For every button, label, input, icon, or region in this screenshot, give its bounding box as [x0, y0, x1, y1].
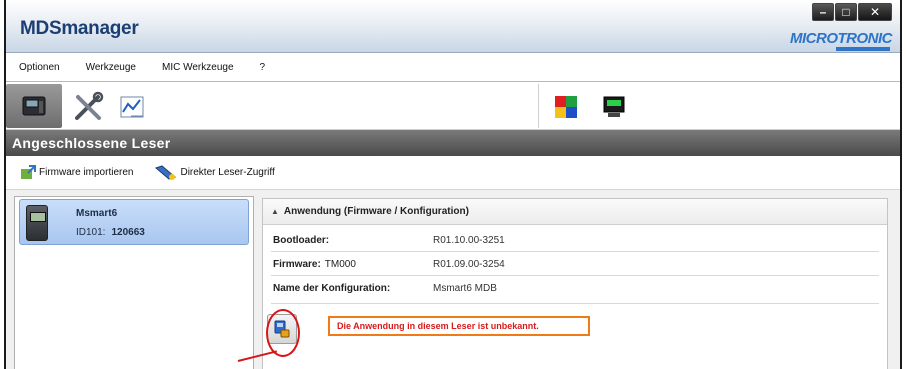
- row-divider: [271, 251, 879, 252]
- direct-reader-access-label: Direkter Leser-Zugriff: [180, 167, 275, 178]
- chart-icon: [120, 96, 144, 118]
- row-divider: [271, 275, 879, 276]
- app-title: MDSmanager: [20, 18, 139, 39]
- reader-device-icon: [26, 205, 48, 241]
- application-panel-title: Anwendung (Firmware / Konfiguration): [283, 206, 469, 217]
- reader-device-icon: [22, 96, 46, 116]
- application-panel-header[interactable]: ▲ Anwendung (Firmware / Konfiguration): [263, 199, 887, 225]
- menu-item-optionen[interactable]: Optionen: [19, 62, 60, 73]
- modules-icon: [555, 96, 577, 118]
- firmware-type: TM000: [324, 259, 356, 270]
- brand-logo: MICROTRONIC: [790, 30, 893, 47]
- import-firmware-button[interactable]: Firmware importieren: [20, 164, 134, 181]
- firmware-key: Firmware:: [273, 259, 321, 270]
- reader-id: ID101: 120663: [76, 227, 145, 238]
- reader-device-button[interactable]: [6, 84, 62, 128]
- configuration-label: Name der Konfiguration:: [273, 283, 391, 294]
- reader-item[interactable]: Msmart6 ID101: 120663: [19, 199, 249, 245]
- menu-item-werkzeuge[interactable]: Werkzeuge: [86, 62, 136, 73]
- modules-button[interactable]: [546, 88, 586, 126]
- minimize-button[interactable]: –: [812, 3, 834, 21]
- unknown-application-message: Die Anwendung in diesem Leser ist unbeka…: [328, 316, 590, 336]
- reader-id-value: 120663: [111, 227, 145, 238]
- section-header: Angeschlossene Leser: [6, 130, 900, 156]
- tools-button[interactable]: [68, 88, 108, 126]
- section-title: Angeschlossene Leser: [12, 135, 171, 151]
- configuration-value: Msmart6 MDB: [433, 283, 497, 294]
- row-divider: [271, 303, 879, 304]
- maximize-button[interactable]: □: [835, 3, 857, 21]
- close-button[interactable]: ✕: [858, 3, 892, 21]
- direct-access-icon: [155, 164, 177, 180]
- bootloader-value: R01.10.00-3251: [433, 235, 505, 246]
- import-firmware-label: Firmware importieren: [39, 167, 134, 178]
- reader-terminal-button[interactable]: [594, 88, 634, 126]
- reader-list: Msmart6 ID101: 120663: [14, 196, 254, 369]
- toolbar: [6, 82, 900, 130]
- brand-underline: [836, 47, 890, 51]
- firmware-label: Firmware: TM000: [273, 259, 433, 270]
- toolbar-divider: [538, 84, 539, 128]
- firmware-value: R01.09.00-3254: [433, 259, 505, 270]
- action-bar: Firmware importieren Direkter Leser-Zugr…: [6, 156, 900, 190]
- direct-reader-access-button[interactable]: Direkter Leser-Zugriff: [155, 164, 275, 181]
- application-panel: ▲ Anwendung (Firmware / Konfiguration) B…: [262, 198, 888, 369]
- reader-id-label: ID101:: [76, 227, 106, 238]
- bootloader-label: Bootloader:: [273, 235, 330, 246]
- menu-item-help[interactable]: ?: [260, 62, 266, 73]
- reader-terminal-icon: [603, 96, 625, 117]
- window-controls: – □ ✕: [812, 3, 892, 21]
- collapse-caret-icon: ▲: [271, 207, 279, 216]
- chart-button[interactable]: [112, 88, 152, 126]
- menu-bar: Optionen Werkzeuge MIC Werkzeuge ?: [6, 52, 900, 82]
- tools-icon: [75, 91, 104, 120]
- highlight-circle: [266, 309, 300, 357]
- menu-item-mic-werkzeuge[interactable]: MIC Werkzeuge: [162, 62, 234, 73]
- title-bar[interactable]: MDSmanager MICROTRONIC – □ ✕: [6, 0, 900, 52]
- warning-text: Die Anwendung in diesem Leser ist unbeka…: [337, 321, 539, 331]
- app-window: MDSmanager MICROTRONIC – □ ✕ Optionen We…: [4, 0, 902, 369]
- firmware-import-icon: [21, 164, 36, 179]
- reader-name: Msmart6: [76, 208, 118, 219]
